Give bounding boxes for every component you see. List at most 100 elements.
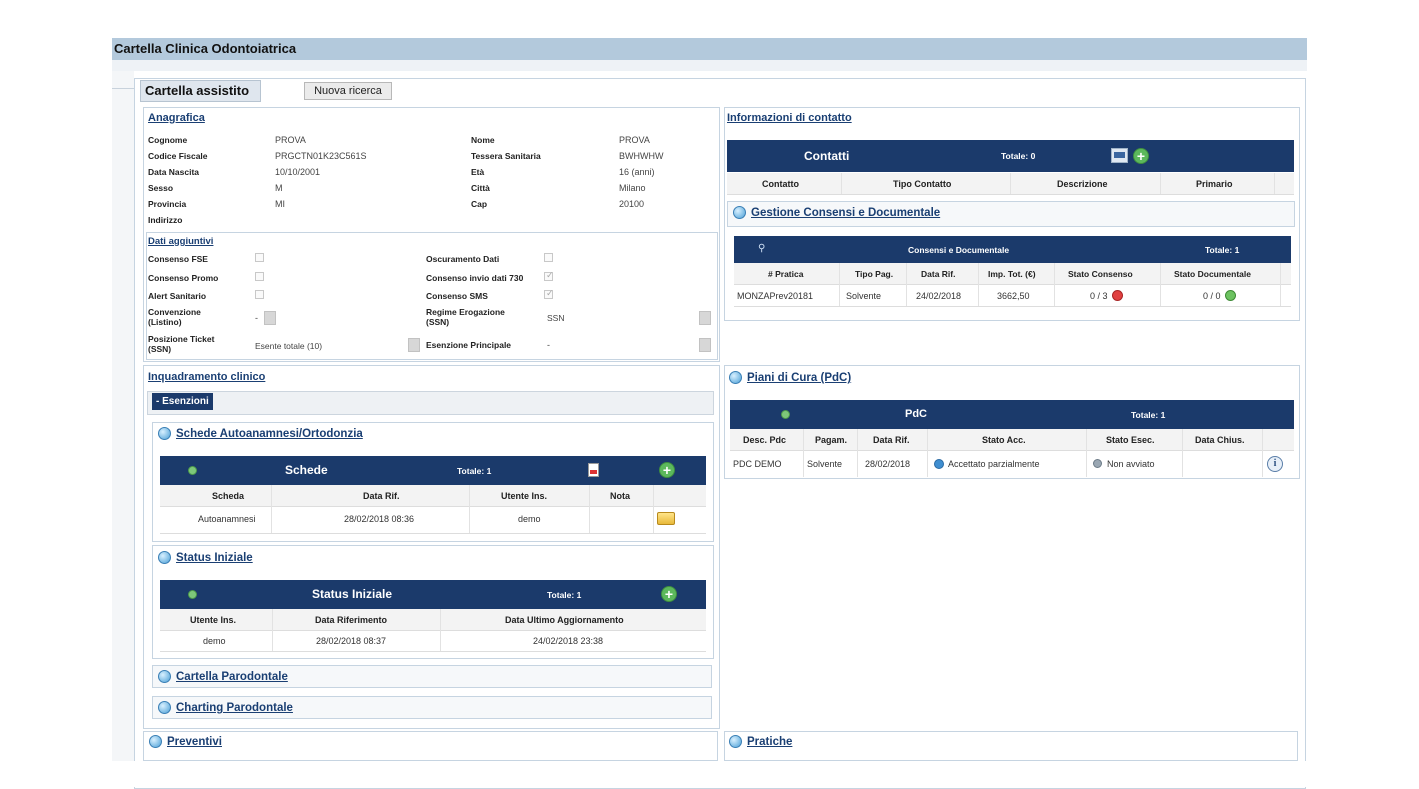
col-stato-consenso: Stato Consenso	[1068, 269, 1133, 279]
anagrafica-title[interactable]: Anagrafica	[148, 112, 205, 124]
dati-aggiuntivi-title[interactable]: Dati aggiuntivi	[148, 236, 213, 247]
col-desc-pdc: Desc. Pdc	[743, 435, 787, 445]
printer-icon[interactable]	[1111, 148, 1128, 163]
schede-title[interactable]: Schede Autoanamnesi/Ortodonzia	[176, 428, 363, 440]
add-scheda-button[interactable]: +	[659, 462, 675, 478]
pdc-table-header	[730, 400, 1294, 429]
search-icon[interactable]: ⚲	[758, 243, 765, 254]
checkbox-alert-sanitario[interactable]	[255, 290, 264, 299]
info-icon[interactable]: i	[1267, 456, 1283, 472]
pratiche-title[interactable]: Pratiche	[747, 736, 792, 748]
cell-imp-tot: 3662,50	[997, 291, 1030, 301]
expand-consensi-icon[interactable]	[733, 206, 746, 219]
label-nome: Nome	[471, 135, 495, 145]
expand-preventivi-icon[interactable]	[149, 735, 162, 748]
expand-status-icon[interactable]	[158, 551, 171, 564]
value-citta: Milano	[619, 183, 646, 193]
label-consenso-promo: Consenso Promo	[148, 273, 219, 283]
label-posizione-ticket: Posizione Ticket	[148, 334, 215, 344]
col-schede-data-rif: Data Rif.	[363, 491, 400, 501]
contatto-title[interactable]: Informazioni di contatto	[727, 112, 852, 124]
expand-pratiche-icon[interactable]	[729, 735, 742, 748]
label-convenzione: Convenzione	[148, 307, 201, 317]
pdc-title[interactable]: Piani di Cura (PdC)	[747, 372, 851, 384]
posizione-dropdown-button[interactable]	[408, 338, 420, 352]
label-regime-ssn: (SSN)	[426, 317, 450, 327]
value-codice-fiscale: PRGCTN01K23C561S	[275, 151, 367, 161]
schede-total: Totale: 1	[457, 466, 492, 476]
pratiche-subheader	[724, 731, 1298, 761]
label-consenso-730: Consenso invio dati 730	[426, 273, 524, 283]
app-titlebar: Cartella Clinica Odontoiatrica	[112, 38, 1307, 60]
col-scheda: Scheda	[212, 491, 245, 501]
preventivi-subheader	[143, 731, 718, 761]
col-utente-ins: Utente Ins.	[501, 491, 548, 501]
value-convenzione: -	[255, 313, 258, 323]
pdc-toggle-icon[interactable]	[781, 410, 790, 419]
label-cognome: Cognome	[148, 135, 188, 145]
status-title[interactable]: Status Iniziale	[176, 552, 253, 564]
status-green-icon	[1225, 290, 1236, 301]
checkbox-consenso-fse[interactable]	[255, 253, 264, 262]
preventivi-title[interactable]: Preventivi	[167, 736, 222, 748]
status-blue-icon	[934, 459, 944, 469]
checkbox-consenso-promo[interactable]	[255, 272, 264, 281]
label-cap: Cap	[471, 199, 488, 209]
schede-toggle-icon[interactable]	[188, 466, 197, 475]
charting-title[interactable]: Charting Parodontale	[176, 702, 293, 714]
consensi-total: Totale: 1	[1205, 245, 1240, 255]
convenzione-dropdown-button[interactable]	[264, 311, 276, 325]
esenzioni-bar	[147, 391, 714, 415]
regime-dropdown-button[interactable]	[699, 311, 711, 325]
cell-stato-consenso: 0 / 3	[1090, 291, 1108, 301]
cell-pratica: MONZAPrev20181	[737, 291, 814, 301]
expand-pdc-icon[interactable]	[729, 371, 742, 384]
value-cognome: PROVA	[275, 135, 306, 145]
schede-table-title: Schede	[285, 463, 328, 477]
checkbox-consenso-sms[interactable]	[544, 288, 554, 299]
cell-scheda-data: 28/02/2018 08:36	[344, 514, 415, 524]
col-contatto: Contatto	[762, 179, 799, 189]
page-header: Cartella assistito	[140, 80, 261, 102]
expand-charting-icon[interactable]	[158, 701, 171, 714]
checkbox-oscuramento[interactable]	[544, 253, 553, 262]
col-pratica: # Pratica	[768, 269, 804, 279]
label-consenso-fse: Consenso FSE	[148, 254, 208, 264]
expand-schede-icon[interactable]	[158, 427, 171, 440]
toolbar-strip	[112, 60, 1307, 71]
pdf-icon[interactable]	[588, 463, 599, 477]
label-convenzione-listino: (Listino)	[148, 317, 182, 327]
esenzione-dropdown-button[interactable]	[699, 338, 711, 352]
label-oscuramento: Oscuramento Dati	[426, 254, 500, 264]
pdc-table-title: PdC	[905, 408, 927, 420]
new-search-button[interactable]: Nuova ricerca	[304, 82, 392, 100]
folder-icon[interactable]	[657, 512, 675, 525]
cell-pdc-pagam: Solvente	[807, 459, 843, 469]
status-table-title: Status Iniziale	[312, 587, 393, 601]
checkbox-consenso-730[interactable]	[544, 270, 554, 281]
expand-parodontale-icon[interactable]	[158, 670, 171, 683]
status-row[interactable]	[160, 630, 706, 652]
label-esenzione: Esenzione Principale	[426, 340, 512, 350]
left-rail	[112, 71, 134, 787]
inquadramento-title[interactable]: Inquadramento clinico	[148, 371, 265, 383]
col-data-ultimo-aggiornamento: Data Ultimo Aggiornamento	[505, 615, 624, 625]
add-contatto-button[interactable]: +	[1133, 148, 1149, 164]
cell-data-rif: 24/02/2018	[916, 291, 962, 301]
label-regime: Regime Erogazione	[426, 307, 505, 317]
consensi-title[interactable]: Gestione Consensi e Documentale	[751, 207, 940, 219]
col-tipo-contatto: Tipo Contatto	[893, 179, 952, 189]
add-status-button[interactable]: +	[661, 586, 677, 602]
esenzioni-toggle[interactable]: - Esenzioni	[152, 393, 213, 410]
col-data-chius: Data Chius.	[1195, 435, 1245, 445]
col-stato-acc: Stato Acc.	[982, 435, 1026, 445]
status-column-header	[160, 609, 706, 631]
label-alert-sanitario: Alert Sanitario	[148, 291, 207, 301]
status-toggle-icon[interactable]	[188, 590, 197, 599]
consensi-table-title: Consensi e Documentale	[908, 245, 1010, 255]
value-regime: SSN	[547, 313, 565, 323]
cell-scheda-utente: demo	[518, 514, 541, 524]
parodontale-title[interactable]: Cartella Parodontale	[176, 671, 288, 683]
label-tessera: Tessera Sanitaria	[471, 151, 541, 161]
cell-stato-documentale: 0 / 0	[1203, 291, 1221, 301]
